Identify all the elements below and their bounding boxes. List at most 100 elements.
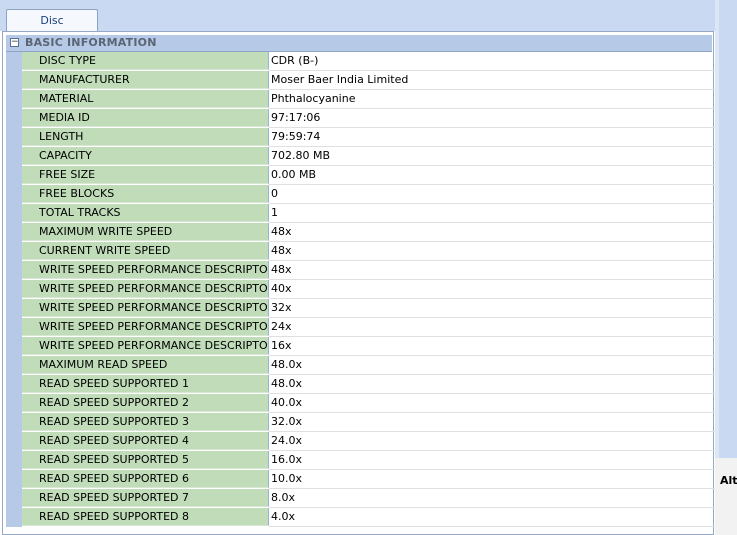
property-value[interactable]: 4.0x (269, 508, 715, 527)
property-row[interactable]: MAXIMUM READ SPEED 48.0x (6, 356, 715, 375)
property-name: WRITE SPEED PERFORMANCE DESCRIPTOR 4 (22, 318, 269, 336)
row-gutter (6, 337, 22, 356)
property-row[interactable]: WRITE SPEED PERFORMANCE DESCRIPTOR 2 40x (6, 280, 715, 299)
property-value[interactable]: 702.80 MB (269, 147, 715, 166)
property-name: MANUFACTURER (22, 71, 269, 89)
property-name: WRITE SPEED PERFORMANCE DESCRIPTOR 1 (22, 261, 269, 279)
row-gutter (6, 166, 22, 185)
row-gutter (6, 508, 22, 527)
property-value[interactable]: 48.0x (269, 356, 715, 375)
row-gutter (6, 451, 22, 470)
property-name: LENGTH (22, 128, 269, 146)
row-gutter (6, 185, 22, 204)
background-window-text: Alt- (720, 474, 737, 487)
property-value[interactable]: 32.0x (269, 413, 715, 432)
property-value[interactable]: 40.0x (269, 394, 715, 413)
property-value[interactable]: CDR (B-) (269, 52, 715, 71)
property-value[interactable]: 48x (269, 242, 715, 261)
property-value[interactable]: 48x (269, 261, 715, 280)
property-name: READ SPEED SUPPORTED 1 (22, 375, 269, 393)
property-value[interactable]: Moser Baer India Limited (269, 71, 715, 90)
property-name: WRITE SPEED PERFORMANCE DESCRIPTOR 2 (22, 280, 269, 298)
property-value[interactable]: 48x (269, 223, 715, 242)
property-name: WRITE SPEED PERFORMANCE DESCRIPTOR 3 (22, 299, 269, 317)
property-row[interactable]: READ SPEED SUPPORTED 4 24.0x (6, 432, 715, 451)
property-row[interactable]: TOTAL TRACKS 1 (6, 204, 715, 223)
section-header-basic-information[interactable]: − BASIC INFORMATION (6, 35, 712, 52)
property-row[interactable]: MEDIA ID 97:17:06 (6, 109, 715, 128)
property-row[interactable]: READ SPEED SUPPORTED 7 8.0x (6, 489, 715, 508)
property-row[interactable]: READ SPEED SUPPORTED 2 40.0x (6, 394, 715, 413)
property-row[interactable]: READ SPEED SUPPORTED 8 4.0x (6, 508, 715, 527)
row-gutter (6, 375, 22, 394)
property-value[interactable]: 24.0x (269, 432, 715, 451)
property-row[interactable]: CAPACITY 702.80 MB (6, 147, 715, 166)
property-value[interactable]: Phthalocyanine (269, 90, 715, 109)
section-title: BASIC INFORMATION (25, 36, 157, 49)
row-gutter (6, 223, 22, 242)
window-edge-upper (719, 0, 737, 458)
row-gutter (6, 299, 22, 318)
property-value[interactable]: 24x (269, 318, 715, 337)
property-row[interactable]: WRITE SPEED PERFORMANCE DESCRIPTOR 4 24x (6, 318, 715, 337)
row-gutter (6, 489, 22, 508)
property-name: CURRENT WRITE SPEED (22, 242, 269, 260)
tab-strip (0, 0, 737, 31)
property-value[interactable]: 48.0x (269, 375, 715, 394)
property-value[interactable]: 40x (269, 280, 715, 299)
property-name: FREE SIZE (22, 166, 269, 184)
property-row[interactable]: MATERIAL Phthalocyanine (6, 90, 715, 109)
property-value[interactable]: 1 (269, 204, 715, 223)
property-name: TOTAL TRACKS (22, 204, 269, 222)
property-value[interactable]: 16x (269, 337, 715, 356)
property-name: READ SPEED SUPPORTED 8 (22, 508, 269, 526)
property-row[interactable]: READ SPEED SUPPORTED 6 10.0x (6, 470, 715, 489)
row-gutter (6, 470, 22, 489)
property-name: READ SPEED SUPPORTED 4 (22, 432, 269, 450)
property-row[interactable]: MAXIMUM WRITE SPEED 48x (6, 223, 715, 242)
property-value[interactable]: 16.0x (269, 451, 715, 470)
property-row[interactable]: WRITE SPEED PERFORMANCE DESCRIPTOR 5 16x (6, 337, 715, 356)
property-value[interactable]: 79:59:74 (269, 128, 715, 147)
row-gutter (6, 128, 22, 147)
property-row[interactable]: FREE BLOCKS 0 (6, 185, 715, 204)
row-gutter (6, 394, 22, 413)
property-row[interactable]: READ SPEED SUPPORTED 3 32.0x (6, 413, 715, 432)
property-value[interactable]: 97:17:06 (269, 109, 715, 128)
tab-disc-information[interactable]: Disc Information (6, 9, 98, 48)
property-name: MATERIAL (22, 90, 269, 108)
property-row[interactable]: CURRENT WRITE SPEED 48x (6, 242, 715, 261)
window-edge-lower (715, 458, 737, 535)
property-row[interactable]: FREE SIZE 0.00 MB (6, 166, 715, 185)
property-value[interactable]: 8.0x (269, 489, 715, 508)
row-gutter (6, 242, 22, 261)
row-gutter (6, 109, 22, 128)
property-name: CAPACITY (22, 147, 269, 165)
collapse-icon[interactable]: − (10, 38, 19, 47)
property-row[interactable]: MANUFACTURER Moser Baer India Limited (6, 71, 715, 90)
row-gutter (6, 432, 22, 451)
property-value[interactable]: 32x (269, 299, 715, 318)
property-row[interactable]: WRITE SPEED PERFORMANCE DESCRIPTOR 1 48x (6, 261, 715, 280)
property-row[interactable]: READ SPEED SUPPORTED 5 16.0x (6, 451, 715, 470)
row-gutter (6, 413, 22, 432)
row-gutter (6, 261, 22, 280)
window-edge: Alt- (715, 0, 737, 535)
property-name: MAXIMUM READ SPEED (22, 356, 269, 374)
property-row[interactable]: DISC TYPE CDR (B-) (6, 52, 715, 71)
property-name: READ SPEED SUPPORTED 6 (22, 470, 269, 488)
property-value[interactable]: 10.0x (269, 470, 715, 489)
row-gutter (6, 90, 22, 109)
property-name: READ SPEED SUPPORTED 7 (22, 489, 269, 507)
property-name: MAXIMUM WRITE SPEED (22, 223, 269, 241)
property-name: READ SPEED SUPPORTED 2 (22, 394, 269, 412)
row-gutter (6, 71, 22, 90)
property-value[interactable]: 0 (269, 185, 715, 204)
property-row[interactable]: LENGTH 79:59:74 (6, 128, 715, 147)
property-name: WRITE SPEED PERFORMANCE DESCRIPTOR 5 (22, 337, 269, 355)
property-grid: DISC TYPE CDR (B-) MANUFACTURER Moser Baer … (6, 52, 715, 527)
property-value[interactable]: 0.00 MB (269, 166, 715, 185)
row-gutter (6, 280, 22, 299)
property-row[interactable]: WRITE SPEED PERFORMANCE DESCRIPTOR 3 32x (6, 299, 715, 318)
property-row[interactable]: READ SPEED SUPPORTED 1 48.0x (6, 375, 715, 394)
